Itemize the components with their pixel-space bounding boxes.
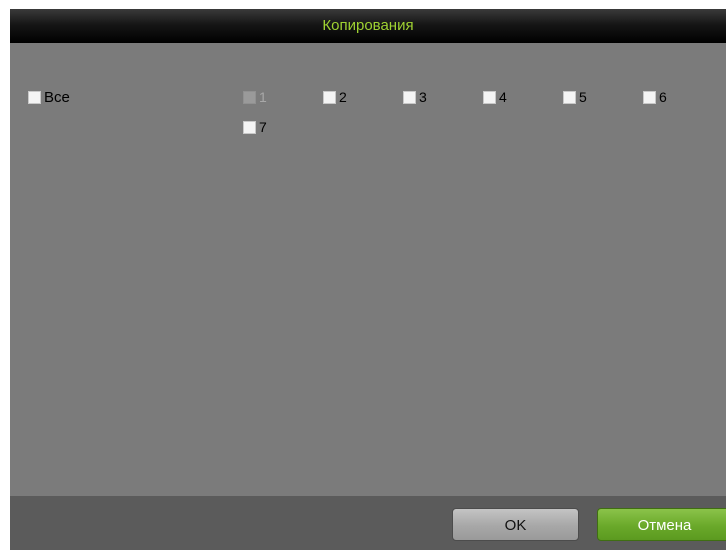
channel-label-4: 4 xyxy=(499,89,507,105)
channel-label-3: 3 xyxy=(419,89,427,105)
copy-dialog: Копирования Все 1 2 3 4 5 6 7 OK Отмена xyxy=(10,9,726,550)
channel-checkbox-4[interactable] xyxy=(483,90,496,104)
channel-checkbox-5[interactable] xyxy=(563,90,576,104)
channel-checkbox-item-7[interactable]: 7 xyxy=(243,118,267,136)
all-checkbox-label: Все xyxy=(44,88,70,106)
channel-checkbox-item-1: 1 xyxy=(243,88,267,106)
channel-checkbox-item-4[interactable]: 4 xyxy=(483,88,507,106)
all-checkbox[interactable] xyxy=(28,90,41,104)
screen: Копирования Все 1 2 3 4 5 6 7 OK Отмена xyxy=(0,0,726,550)
channel-checkbox-6[interactable] xyxy=(643,90,656,104)
channel-checkbox-7[interactable] xyxy=(243,120,256,134)
channel-checkbox-2[interactable] xyxy=(323,90,336,104)
channel-checkbox-3[interactable] xyxy=(403,90,416,104)
cancel-button[interactable]: Отмена xyxy=(597,508,726,541)
ok-button[interactable]: OK xyxy=(452,508,579,541)
dialog-title: Копирования xyxy=(322,17,414,34)
channel-checkbox-item-5[interactable]: 5 xyxy=(563,88,587,106)
all-checkbox-item[interactable]: Все xyxy=(28,88,70,106)
channel-label-6: 6 xyxy=(659,89,667,105)
channel-label-7: 7 xyxy=(259,119,267,135)
channel-label-5: 5 xyxy=(579,89,587,105)
channel-label-2: 2 xyxy=(339,89,347,105)
dialog-titlebar: Копирования xyxy=(10,9,726,43)
channel-label-1: 1 xyxy=(259,89,267,105)
channel-checkbox-item-3[interactable]: 3 xyxy=(403,88,427,106)
dialog-footer: OK Отмена xyxy=(10,496,726,550)
channel-checkbox-1 xyxy=(243,90,256,104)
channel-checkbox-item-2[interactable]: 2 xyxy=(323,88,347,106)
channel-checkbox-item-6[interactable]: 6 xyxy=(643,88,667,106)
